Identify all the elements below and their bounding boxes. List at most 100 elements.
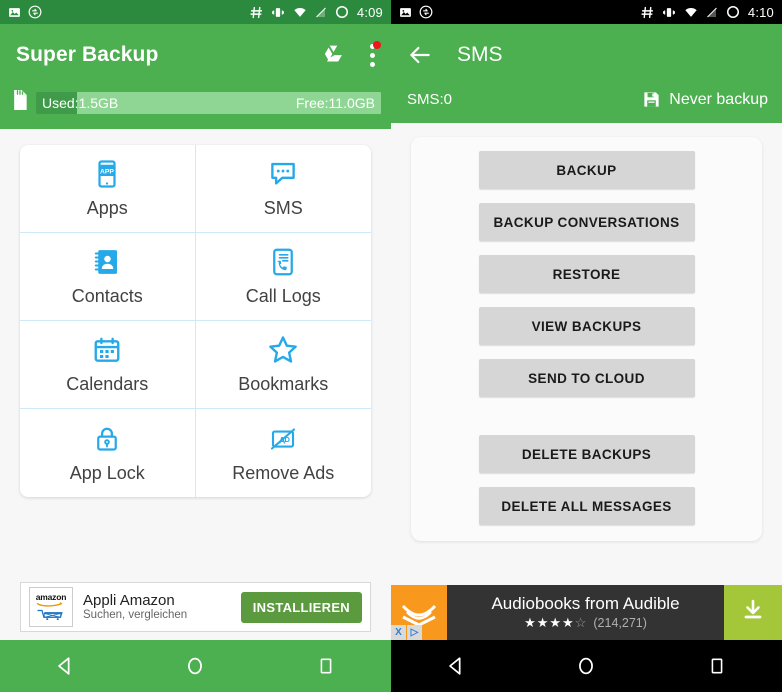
sms-body: BACKUP BACKUP CONVERSATIONS RESTORE VIEW… — [391, 123, 782, 692]
tile-label: Remove Ads — [232, 462, 335, 483]
phone-screen-home: 4:09 Super Backup Used:1.5GB Free:11.0GB… — [0, 0, 391, 692]
tile-label: Call Logs — [245, 286, 321, 306]
ad-rating-count: (214,271) — [593, 616, 647, 630]
tile-call-logs[interactable]: Call Logs — [195, 233, 371, 321]
vibrate-icon — [662, 6, 676, 19]
apps-icon: APP — [92, 158, 122, 190]
padlock-icon — [93, 423, 121, 455]
status-bar-clock: 4:09 — [356, 4, 383, 20]
ad-banner-audible[interactable]: X ▷ Audiobooks from Audible ★★★★☆ (214,2… — [391, 585, 782, 640]
audible-logo-icon: X ▷ — [391, 585, 447, 640]
close-icon[interactable]: X — [391, 625, 406, 640]
circle-icon — [726, 5, 740, 19]
tile-contacts[interactable]: Contacts — [20, 233, 196, 321]
download-icon — [741, 598, 765, 627]
ad-subtitle: Suchen, vergleichen — [83, 609, 188, 622]
back-arrow-icon[interactable] — [407, 42, 433, 68]
ad-badges: X ▷ — [391, 625, 422, 640]
status-bar-notifications — [8, 5, 42, 19]
contacts-book-icon — [92, 246, 122, 278]
ad-text-block: Appli Amazon Suchen, vergleichen — [83, 592, 187, 622]
backup-button[interactable]: BACKUP — [478, 151, 695, 189]
tile-label: Apps — [86, 198, 128, 218]
star-rating-icon: ★★★★☆ — [524, 615, 588, 630]
recents-square-icon[interactable] — [697, 646, 737, 686]
tile-bookmarks[interactable]: Bookmarks — [195, 321, 371, 409]
install-button[interactable]: INSTALLIEREN — [240, 591, 362, 623]
home-body: APP Apps SMS Contacts Call Logs Calendar… — [0, 129, 391, 692]
hash-icon — [641, 6, 654, 19]
sms-count-label: SMS:0 — [407, 91, 453, 108]
overflow-menu-icon[interactable] — [369, 41, 381, 68]
star-outline-icon — [267, 334, 299, 366]
sms-bubble-icon — [268, 158, 298, 190]
image-icon — [399, 6, 412, 19]
calendar-icon — [92, 334, 122, 366]
page-title: SMS — [457, 43, 503, 66]
app-title: Super Backup — [16, 43, 159, 66]
tile-apps[interactable]: APP Apps — [20, 145, 196, 233]
send-to-cloud-button[interactable]: SEND TO CLOUD — [478, 359, 695, 397]
ad-title: Audiobooks from Audible — [491, 594, 680, 613]
tile-calendars[interactable]: Calendars — [20, 321, 196, 409]
home-circle-icon[interactable] — [566, 646, 606, 686]
tile-sms[interactable]: SMS — [195, 145, 371, 233]
tile-app-lock[interactable]: App Lock — [20, 409, 196, 497]
dual-screenshot: 4:09 Super Backup Used:1.5GB Free:11.0GB… — [0, 0, 782, 692]
tile-remove-ads[interactable]: AD Remove Ads — [196, 409, 372, 497]
backup-conversations-button[interactable]: BACKUP CONVERSATIONS — [478, 203, 695, 241]
storage-bar: Used:1.5GB Free:11.0GB — [36, 91, 381, 114]
svg-text:APP: APP — [100, 169, 114, 176]
signal-off-icon — [706, 6, 718, 19]
hash-icon — [250, 6, 263, 19]
status-bar: 4:09 — [0, 0, 391, 24]
ad-text-block: Audiobooks from Audible ★★★★☆ (214,271) — [447, 585, 724, 640]
no-ads-icon: AD — [268, 423, 298, 455]
ad-banner-amazon[interactable]: amazon Appli Amazon Suchen, vergleichen … — [20, 582, 371, 632]
signal-off-icon — [315, 6, 327, 19]
ad-container: X ▷ Audiobooks from Audible ★★★★☆ (214,2… — [391, 585, 782, 640]
image-icon — [8, 6, 21, 19]
download-button[interactable] — [724, 585, 782, 640]
overflow-badge-dot — [373, 41, 381, 49]
back-triangle-icon[interactable] — [436, 646, 476, 686]
floppy-save-icon — [642, 90, 661, 109]
storage-free-label: Free:11.0GB — [295, 94, 375, 111]
status-bar-notifications — [399, 5, 433, 19]
app-bar: SMS — [391, 24, 782, 86]
sms-sub-bar: SMS:0 Never backup — [391, 86, 782, 123]
storage-strip: Used:1.5GB Free:11.0GB — [0, 86, 391, 129]
app-bar-actions — [320, 41, 381, 68]
delete-all-messages-button[interactable]: DELETE ALL MESSAGES — [478, 487, 695, 525]
vibrate-icon — [271, 6, 285, 19]
view-backups-button[interactable]: VIEW BACKUPS — [478, 307, 695, 345]
wifi-icon — [293, 6, 307, 19]
sd-card-icon — [10, 88, 30, 117]
home-circle-icon[interactable] — [175, 646, 215, 686]
navigation-bar — [0, 640, 391, 692]
tile-label: App Lock — [69, 462, 145, 483]
tile-label: Contacts — [71, 286, 143, 306]
back-triangle-icon[interactable] — [45, 646, 85, 686]
delete-backups-button[interactable]: DELETE BACKUPS — [478, 435, 695, 473]
restore-button[interactable]: RESTORE — [478, 255, 695, 293]
adchoices-icon[interactable]: ▷ — [407, 625, 422, 640]
call-logs-icon — [268, 246, 298, 278]
storage-used-label: Used:1.5GB — [42, 94, 119, 111]
circle-icon — [335, 5, 349, 19]
status-bar-system-icons: 4:10 — [641, 5, 774, 20]
amazon-logo-text: amazon — [35, 591, 67, 602]
backup-status: Never backup — [642, 90, 768, 109]
recents-square-icon[interactable] — [306, 646, 346, 686]
tile-label: SMS — [263, 198, 303, 218]
sync-icon — [419, 5, 433, 19]
tile-label: Bookmarks — [238, 374, 329, 394]
amazon-logo-icon: amazon — [29, 587, 73, 627]
ad-rating: ★★★★☆ (214,271) — [524, 615, 647, 631]
sms-action-card: BACKUP BACKUP CONVERSATIONS RESTORE VIEW… — [411, 137, 762, 541]
google-drive-icon[interactable] — [320, 43, 347, 68]
wifi-icon — [684, 6, 698, 19]
tile-label: Calendars — [66, 374, 149, 394]
sync-icon — [28, 5, 42, 19]
status-bar-system-icons: 4:09 — [250, 5, 383, 20]
